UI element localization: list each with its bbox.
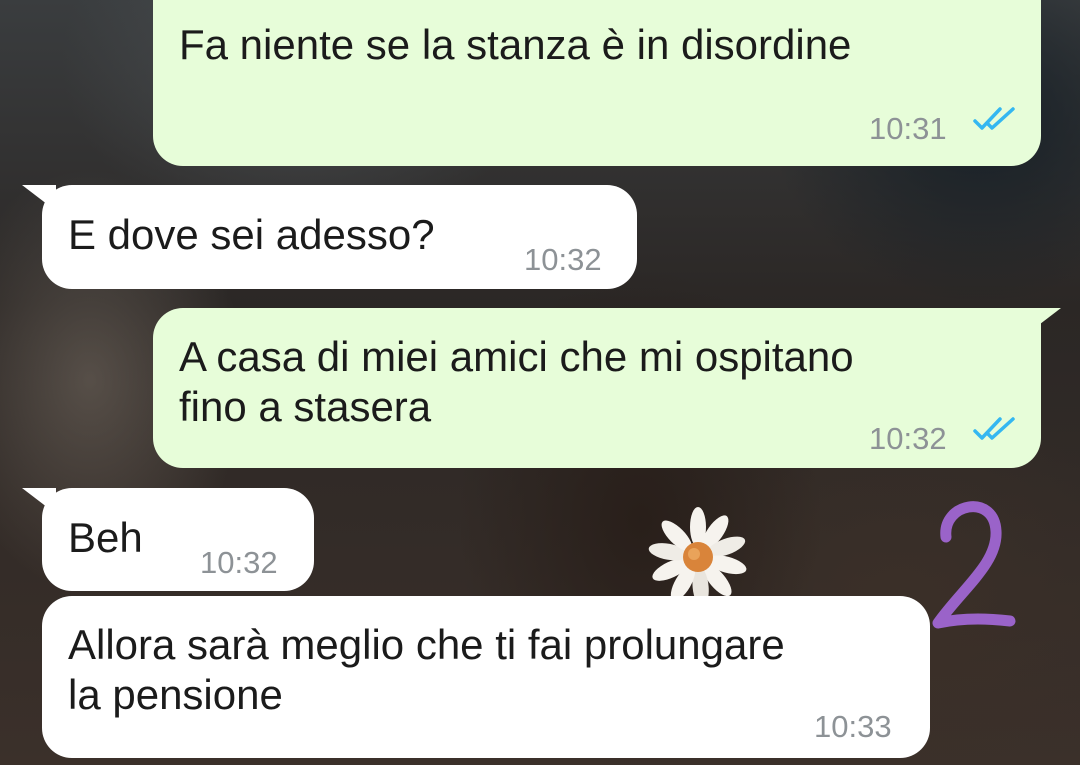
message-text: Allora sarà meglio che ti fai prolungare…: [68, 621, 785, 718]
double-check-icon: [973, 107, 1015, 130]
message-text: A casa di miei amici che mi ospitano fin…: [179, 333, 854, 430]
message-time: 10:33: [814, 709, 892, 744]
message-bubble-incoming[interactable]: E dove sei adesso? 10:32: [22, 185, 637, 289]
message-time: 10:32: [524, 242, 602, 277]
message-bubble-outgoing[interactable]: Fa niente se la stanza è in disordine 10…: [153, 0, 1041, 166]
daisy-icon: [648, 507, 747, 600]
message-time: 10:32: [200, 545, 278, 580]
message-time: 10:32: [869, 421, 947, 456]
message-bubble-incoming[interactable]: Allora sarà meglio che ti fai prolungare…: [42, 596, 930, 758]
message-bubble-incoming[interactable]: Beh 10:32: [22, 488, 314, 591]
handwritten-number-annotation: [932, 501, 1016, 629]
double-check-icon: [973, 417, 1015, 440]
message-text: Fa niente se la stanza è in disordine: [179, 21, 852, 68]
message-bubble-outgoing[interactable]: A casa di miei amici che mi ospitano fin…: [153, 308, 1061, 468]
message-text: Beh: [68, 514, 143, 561]
message-time: 10:31: [869, 111, 947, 146]
message-text: E dove sei adesso?: [68, 211, 435, 258]
